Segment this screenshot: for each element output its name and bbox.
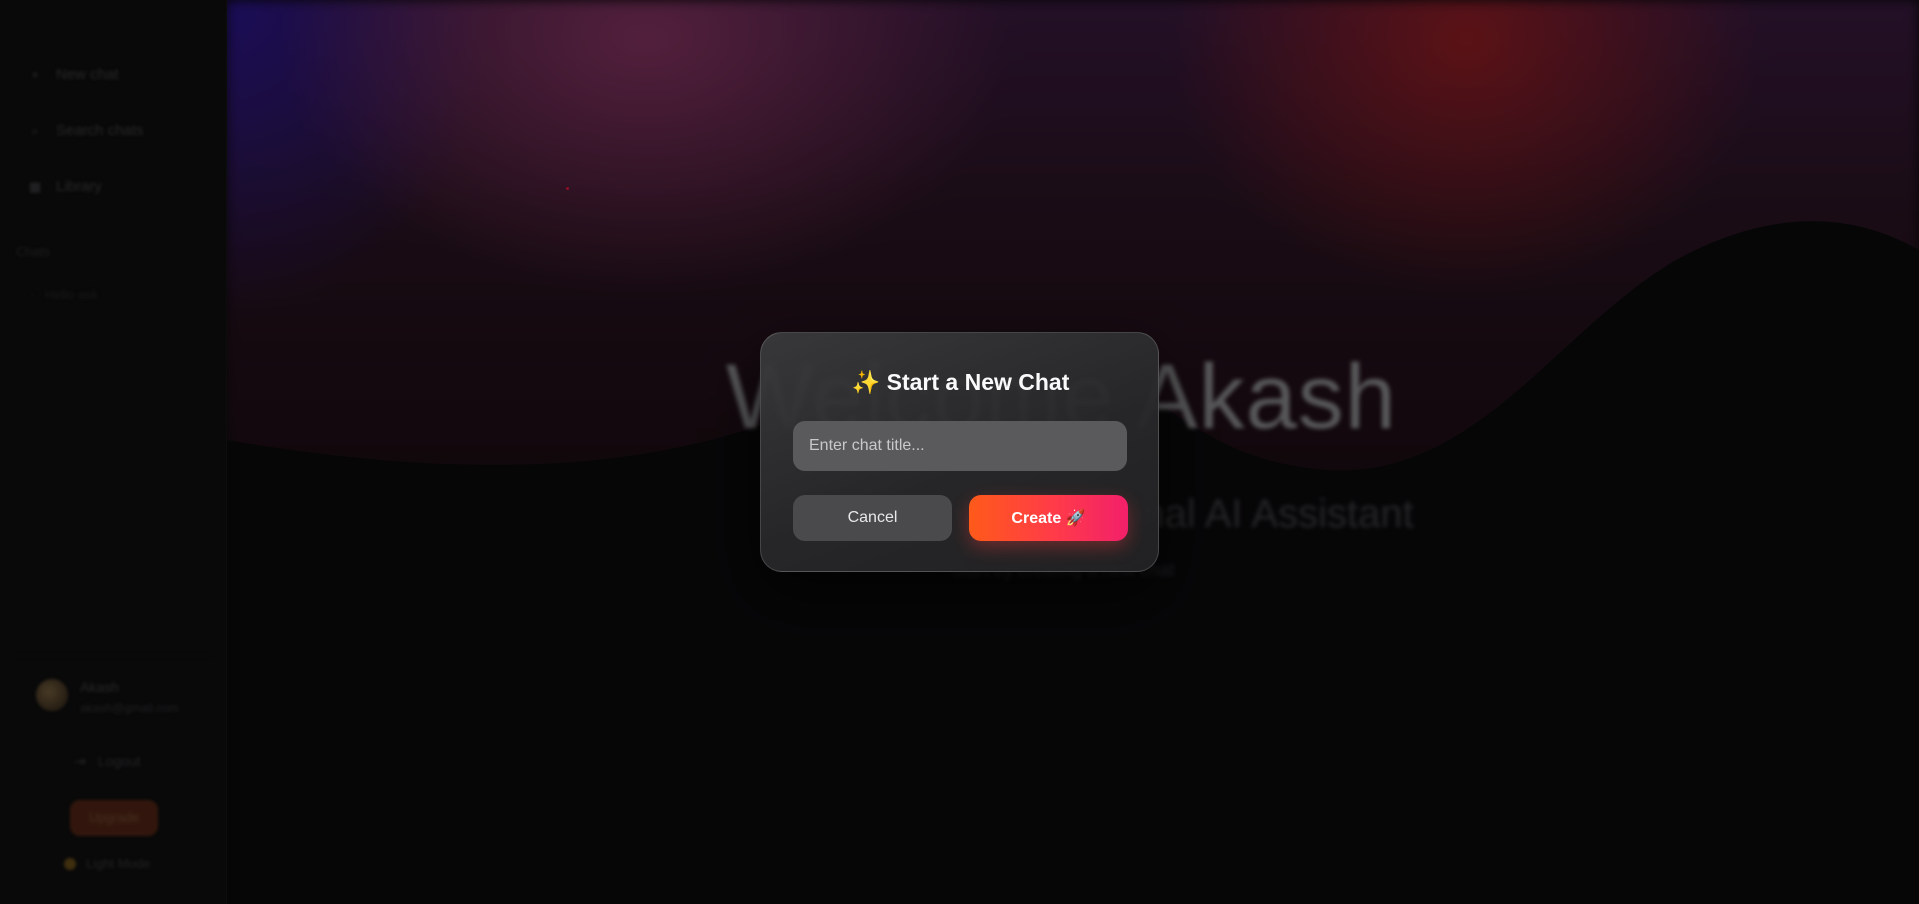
new-chat-modal: ✨ Start a New Chat Cancel Create 🚀: [760, 332, 1159, 572]
modal-title: ✨ Start a New Chat: [851, 369, 1070, 395]
create-button[interactable]: Create 🚀: [969, 495, 1128, 541]
chat-title-input[interactable]: [793, 421, 1127, 471]
cancel-button[interactable]: Cancel: [793, 495, 952, 541]
